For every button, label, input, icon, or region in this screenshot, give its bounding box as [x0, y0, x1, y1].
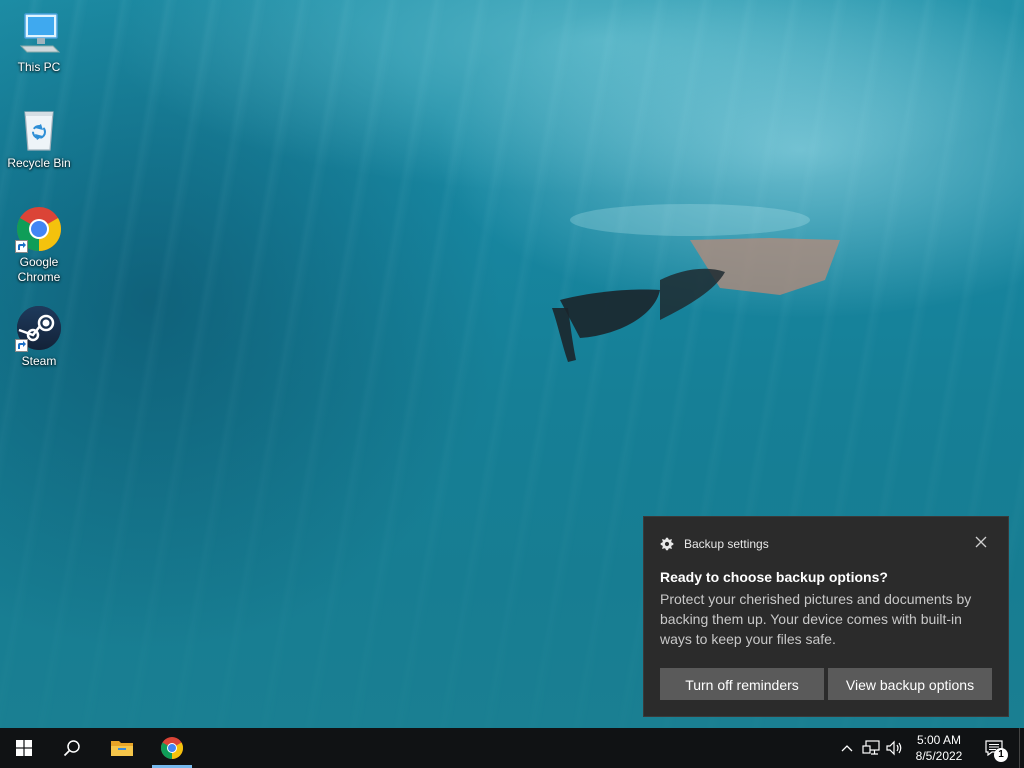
toast-app-name: Backup settings	[684, 537, 769, 551]
turn-off-reminders-button[interactable]: Turn off reminders	[660, 668, 824, 700]
network-button[interactable]	[860, 728, 882, 768]
this-pc-icon	[15, 10, 63, 58]
desktop-icon-recycle-bin[interactable]: Recycle Bin	[1, 106, 77, 171]
chrome-icon	[15, 205, 63, 253]
close-icon[interactable]	[974, 535, 988, 549]
chrome-icon	[161, 737, 183, 759]
search-icon	[63, 740, 80, 757]
taskbar-chrome-button[interactable]	[148, 728, 196, 768]
desktop-icon-steam[interactable]: Steam	[1, 304, 77, 369]
file-explorer-button[interactable]	[98, 728, 146, 768]
desktop-icon-label: Recycle Bin	[7, 156, 71, 170]
view-backup-options-button[interactable]: View backup options	[828, 668, 992, 700]
desktop-icon-label: This PC	[17, 60, 61, 74]
show-desktop-button[interactable]	[1019, 728, 1024, 768]
desktop[interactable]: This PC Recycle Bin Google Chrome Steam …	[0, 0, 1024, 728]
wallpaper-diver	[552, 204, 840, 362]
toast-body: Protect your cherished pictures and docu…	[660, 591, 972, 647]
desktop-icon-label: Steam	[21, 354, 57, 368]
taskbar-clock[interactable]: 5:00 AM 8/5/2022	[908, 728, 970, 768]
shortcut-arrow-icon	[15, 339, 28, 352]
gear-icon	[660, 537, 674, 551]
chevron-up-icon	[841, 745, 853, 752]
start-button[interactable]	[0, 728, 48, 768]
backup-toast-notification[interactable]: Backup settings Ready to choose backup o…	[644, 517, 1008, 716]
action-center-button[interactable]: 1	[976, 728, 1012, 768]
toast-header: Backup settings	[660, 537, 769, 551]
desktop-icon-google-chrome[interactable]: Google Chrome	[1, 205, 77, 285]
desktop-icon-label: Google Chrome	[17, 255, 61, 284]
folder-icon	[111, 741, 133, 756]
speaker-icon	[886, 740, 902, 756]
recycle-bin-icon	[15, 106, 63, 154]
toast-title: Ready to choose backup options?	[660, 569, 888, 585]
notification-count-badge: 1	[994, 748, 1008, 762]
clock-time: 5:00 AM	[916, 733, 962, 747]
steam-icon	[15, 304, 63, 352]
network-icon	[862, 740, 880, 755]
show-hidden-icons-button[interactable]	[838, 728, 856, 768]
volume-button[interactable]	[884, 728, 906, 768]
clock-date: 8/5/2022	[915, 749, 963, 763]
search-button[interactable]	[48, 728, 96, 768]
windows-logo-icon	[16, 740, 32, 756]
shortcut-arrow-icon	[15, 240, 28, 253]
desktop-icon-this-pc[interactable]: This PC	[1, 10, 77, 75]
